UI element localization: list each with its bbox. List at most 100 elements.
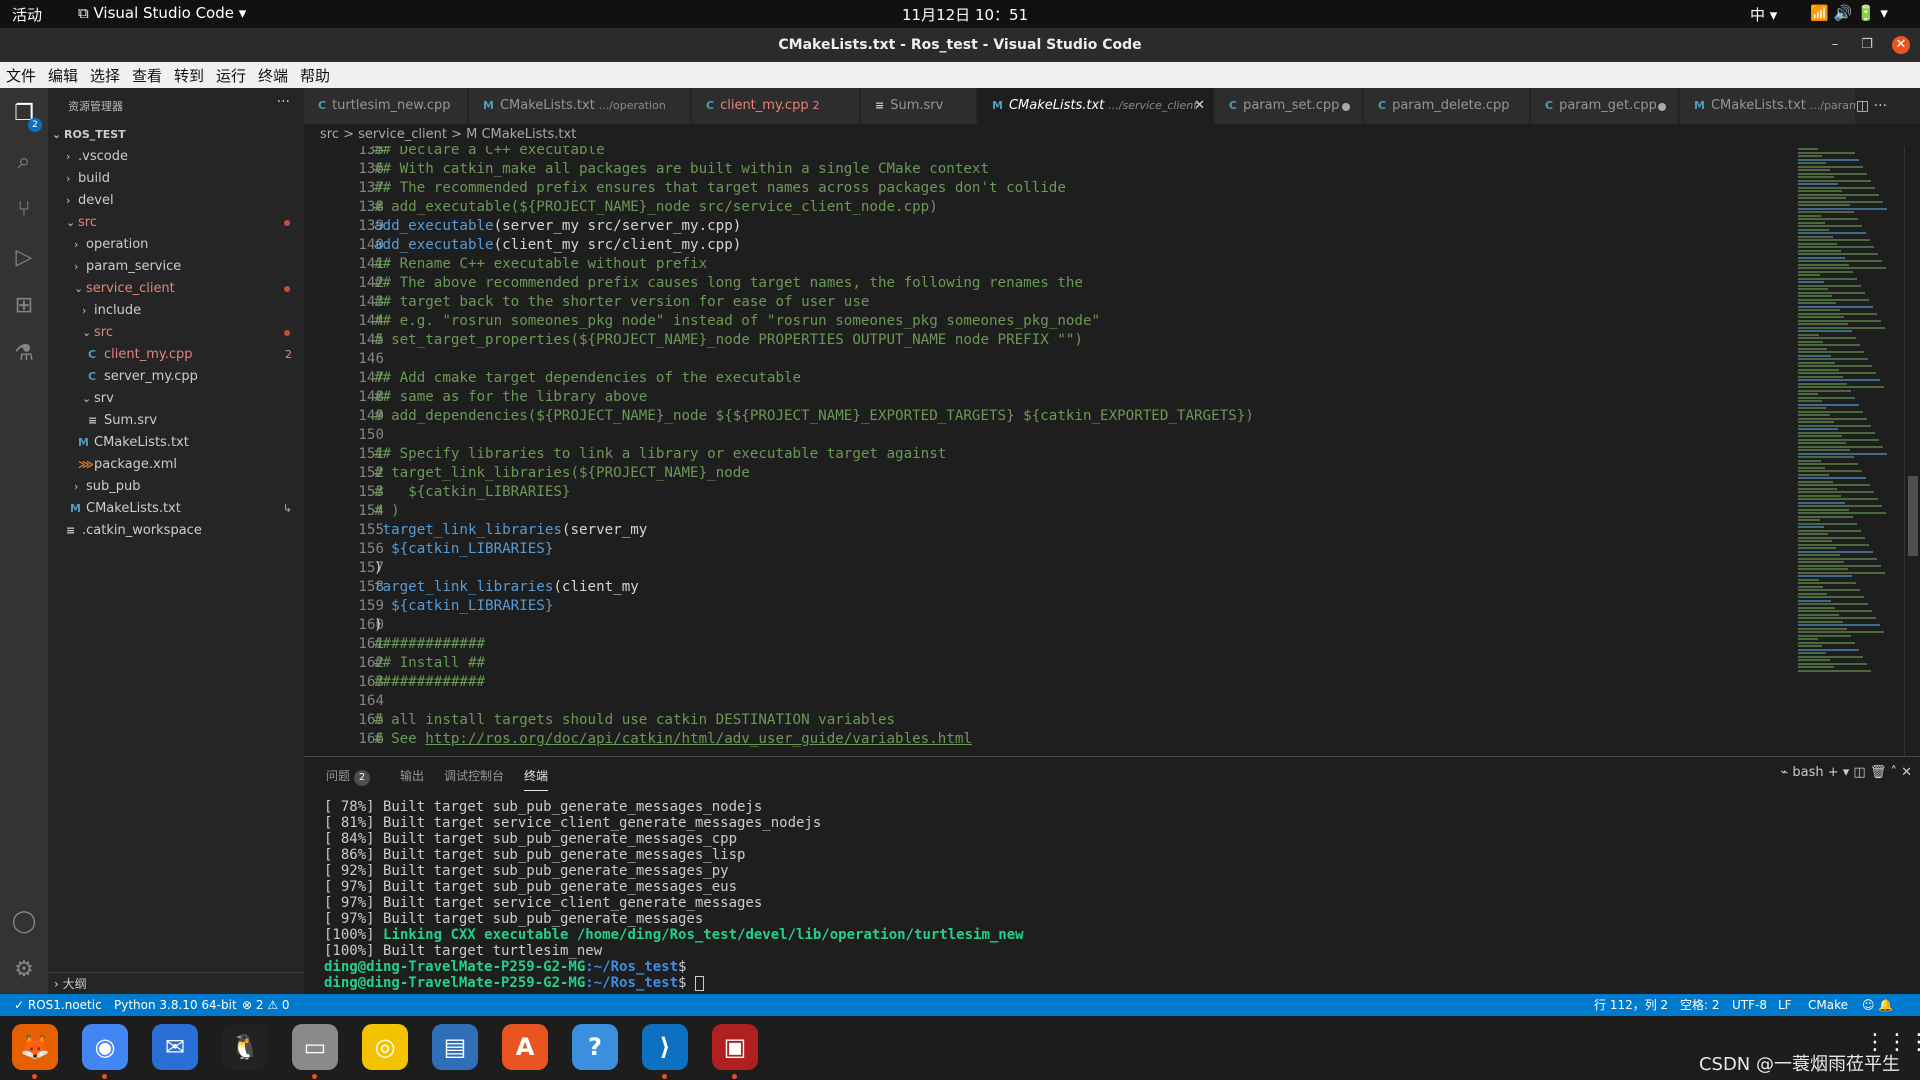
code-line[interactable]: 154 # ) bbox=[304, 502, 1794, 521]
problems-status[interactable]: ⊗ 2 ⚠ 0 bbox=[242, 994, 290, 1016]
thunderbird-icon[interactable]: ✉ bbox=[152, 1024, 198, 1070]
tree-folder[interactable]: › param_service bbox=[48, 256, 304, 278]
code-line[interactable]: 145 # set_target_properties(${PROJECT_NAM… bbox=[304, 331, 1794, 350]
tab-cmakelists-param[interactable]: M CMakeLists.txt .../param_s bbox=[1680, 88, 1871, 124]
code-line[interactable]: 138 # add_executable(${PROJECT_NAME}_node… bbox=[304, 198, 1794, 217]
maximize-button[interactable]: ❐ bbox=[1858, 36, 1876, 54]
unsaved-dot-icon[interactable] bbox=[1658, 103, 1666, 111]
writer-icon[interactable]: ▤ bbox=[432, 1024, 478, 1070]
input-method[interactable]: 中 ▾ bbox=[1750, 4, 1777, 25]
tree-file[interactable]: M CMakeLists.txt ↳ bbox=[48, 498, 304, 520]
activities-button[interactable]: 活动 bbox=[12, 4, 42, 25]
language-mode[interactable]: CMake bbox=[1808, 994, 1848, 1016]
help-icon[interactable]: ? bbox=[572, 1024, 618, 1070]
tab-actions[interactable]: ◫ ··· bbox=[1856, 88, 1920, 124]
split-editor-icon[interactable]: ◫ ··· bbox=[1856, 98, 1887, 114]
tab-problems[interactable]: 问题 2 bbox=[326, 767, 371, 786]
settings-gear-icon[interactable]: ⚙ bbox=[8, 954, 40, 986]
encoding[interactable]: UTF-8 bbox=[1732, 994, 1767, 1016]
tree-file[interactable]: Cclient_my.cpp 2 bbox=[48, 344, 304, 366]
tab-turtlesim-new[interactable]: Cturtlesim_new.cpp bbox=[304, 88, 468, 124]
terminal-icon[interactable]: ▣ bbox=[712, 1024, 758, 1070]
code-line[interactable]: 151 ## Specify libraries to link a librar… bbox=[304, 445, 1794, 464]
line-ending[interactable]: LF bbox=[1778, 994, 1792, 1016]
terminal-actions[interactable]: ⌁ bash + ▾ ◫ 🗑 ˄ ✕ bbox=[1780, 765, 1912, 780]
code-editor[interactable]: 135 ## Declare a C++ executable 136 ## With… bbox=[304, 146, 1794, 756]
tree-folder[interactable]: › sub_pub bbox=[48, 476, 304, 498]
menu-go[interactable]: 转到 bbox=[174, 65, 204, 86]
minimize-button[interactable]: – bbox=[1826, 36, 1844, 54]
code-line[interactable]: 153 # ${catkin_LIBRARIES} bbox=[304, 483, 1794, 502]
tab-cmakelists-operation[interactable]: M CMakeLists.txt .../operation bbox=[469, 88, 691, 124]
code-line[interactable]: 141 ## Rename C++ executable without pref… bbox=[304, 255, 1794, 274]
workspace-root[interactable]: ⌄ ROS_TEST bbox=[48, 124, 304, 146]
tree-folder[interactable]: ⌄ srv bbox=[48, 388, 304, 410]
code-line[interactable]: 150 bbox=[304, 426, 1794, 445]
code-line[interactable]: 157) bbox=[304, 559, 1794, 578]
indentation[interactable]: 空格: 2 bbox=[1680, 994, 1720, 1016]
code-line[interactable]: 165 # all install targets should use catk… bbox=[304, 711, 1794, 730]
code-line[interactable]: 152 # target_link_libraries(${PROJECT_NAM… bbox=[304, 464, 1794, 483]
search-icon[interactable]: ⌕ bbox=[8, 146, 40, 178]
code-line[interactable]: 137 ## The recommended prefix ensures tha… bbox=[304, 179, 1794, 198]
menu-file[interactable]: 文件 bbox=[6, 65, 36, 86]
scrollbar-thumb[interactable] bbox=[1908, 476, 1918, 556]
code-line[interactable]: 146 bbox=[304, 350, 1794, 369]
code-line[interactable]: 139 add_executable(server_my src/server_m… bbox=[304, 217, 1794, 236]
code-line[interactable]: 143 ## target back to the shorter version… bbox=[304, 293, 1794, 312]
chrome-icon[interactable]: ◉ bbox=[82, 1024, 128, 1070]
explorer-more-button[interactable]: ··· bbox=[277, 94, 290, 110]
code-line[interactable]: 148 ## same as for the library above bbox=[304, 388, 1794, 407]
extensions-icon[interactable]: ⊞ bbox=[8, 290, 40, 322]
menu-selection[interactable]: 选择 bbox=[90, 65, 120, 86]
menu-edit[interactable]: 编辑 bbox=[48, 65, 78, 86]
terminal-output[interactable]: [ 78%] Built target sub_pub_generate_mes… bbox=[324, 799, 1904, 991]
account-icon[interactable]: ◯ bbox=[8, 906, 40, 938]
code-line[interactable]: 149 # add_dependencies(${PROJECT_NAME}_no… bbox=[304, 407, 1794, 426]
unsaved-dot-icon[interactable] bbox=[1342, 103, 1350, 111]
code-line[interactable]: 158 target_link_libraries(client_my bbox=[304, 578, 1794, 597]
code-line[interactable]: 136 ## With catkin_make all packages are … bbox=[304, 160, 1794, 179]
source-control-icon[interactable]: ⑂ bbox=[8, 194, 40, 226]
tab-param-set[interactable]: Cparam_set.cpp bbox=[1215, 88, 1363, 124]
tree-folder[interactable]: › include bbox=[48, 300, 304, 322]
tree-file[interactable]: ⋙package.xml bbox=[48, 454, 304, 476]
code-line[interactable]: 164 bbox=[304, 692, 1794, 711]
notifications-icon[interactable]: ☺ 🔔 bbox=[1862, 994, 1893, 1016]
tree-folder[interactable]: › operation bbox=[48, 234, 304, 256]
cursor-position[interactable]: 行 112，列 2 bbox=[1594, 994, 1668, 1016]
code-line[interactable]: 140 add_executable(client_my src/client_m… bbox=[304, 236, 1794, 255]
vscode-icon[interactable]: ⟩ bbox=[642, 1024, 688, 1070]
tree-folder[interactable]: › build bbox=[48, 168, 304, 190]
code-line[interactable]: 142 ## The above recommended prefix cause… bbox=[304, 274, 1794, 293]
tab-param-get[interactable]: Cparam_get.cpp bbox=[1531, 88, 1679, 124]
tree-folder[interactable]: › .vscode bbox=[48, 146, 304, 168]
tab-param-delete[interactable]: Cparam_delete.cpp bbox=[1364, 88, 1530, 124]
code-line[interactable]: 156 ${catkin_LIBRARIES} bbox=[304, 540, 1794, 559]
qq-icon[interactable]: 🐧 bbox=[222, 1024, 268, 1070]
code-line[interactable]: 155 target_link_libraries(server_my bbox=[304, 521, 1794, 540]
python-interpreter[interactable]: Python 3.8.10 64-bit bbox=[114, 994, 237, 1016]
tree-file[interactable]: ≡ Sum.srv bbox=[48, 410, 304, 432]
close-window-button[interactable]: ✕ bbox=[1892, 36, 1910, 54]
code-line[interactable]: 161 ############# bbox=[304, 635, 1794, 654]
breadcrumb-item[interactable]: service_client bbox=[358, 127, 447, 142]
minimap[interactable] bbox=[1794, 146, 1904, 756]
clock[interactable]: 11月12日 10：51 bbox=[902, 4, 1028, 25]
tab-cmakelists-service-client[interactable]: M CMakeLists.txt .../service_client ✕ bbox=[978, 88, 1214, 124]
firefox-icon[interactable]: 🦊 bbox=[12, 1024, 58, 1070]
tab-output[interactable]: 输出 bbox=[400, 767, 424, 784]
menu-run[interactable]: 运行 bbox=[216, 65, 246, 86]
app-menu[interactable]: ⧉ Visual Studio Code ▾ bbox=[78, 4, 246, 22]
code-line[interactable]: 166 # See http://ros.org/doc/api/catkin/h… bbox=[304, 730, 1794, 749]
tab-debug-console[interactable]: 调试控制台 bbox=[444, 767, 504, 784]
menu-terminal[interactable]: 终端 bbox=[258, 65, 288, 86]
tree-folder[interactable]: › devel bbox=[48, 190, 304, 212]
rhythmbox-icon[interactable]: ◎ bbox=[362, 1024, 408, 1070]
code-line[interactable]: 144 ## e.g. "rosrun someones_pkg node" in… bbox=[304, 312, 1794, 331]
tree-folder[interactable]: ⌄ src bbox=[48, 212, 304, 234]
code-line[interactable]: 160) bbox=[304, 616, 1794, 635]
software-icon[interactable]: A bbox=[502, 1024, 548, 1070]
code-line[interactable]: 159 ${catkin_LIBRARIES} bbox=[304, 597, 1794, 616]
tree-folder[interactable]: ⌄ service_client bbox=[48, 278, 304, 300]
